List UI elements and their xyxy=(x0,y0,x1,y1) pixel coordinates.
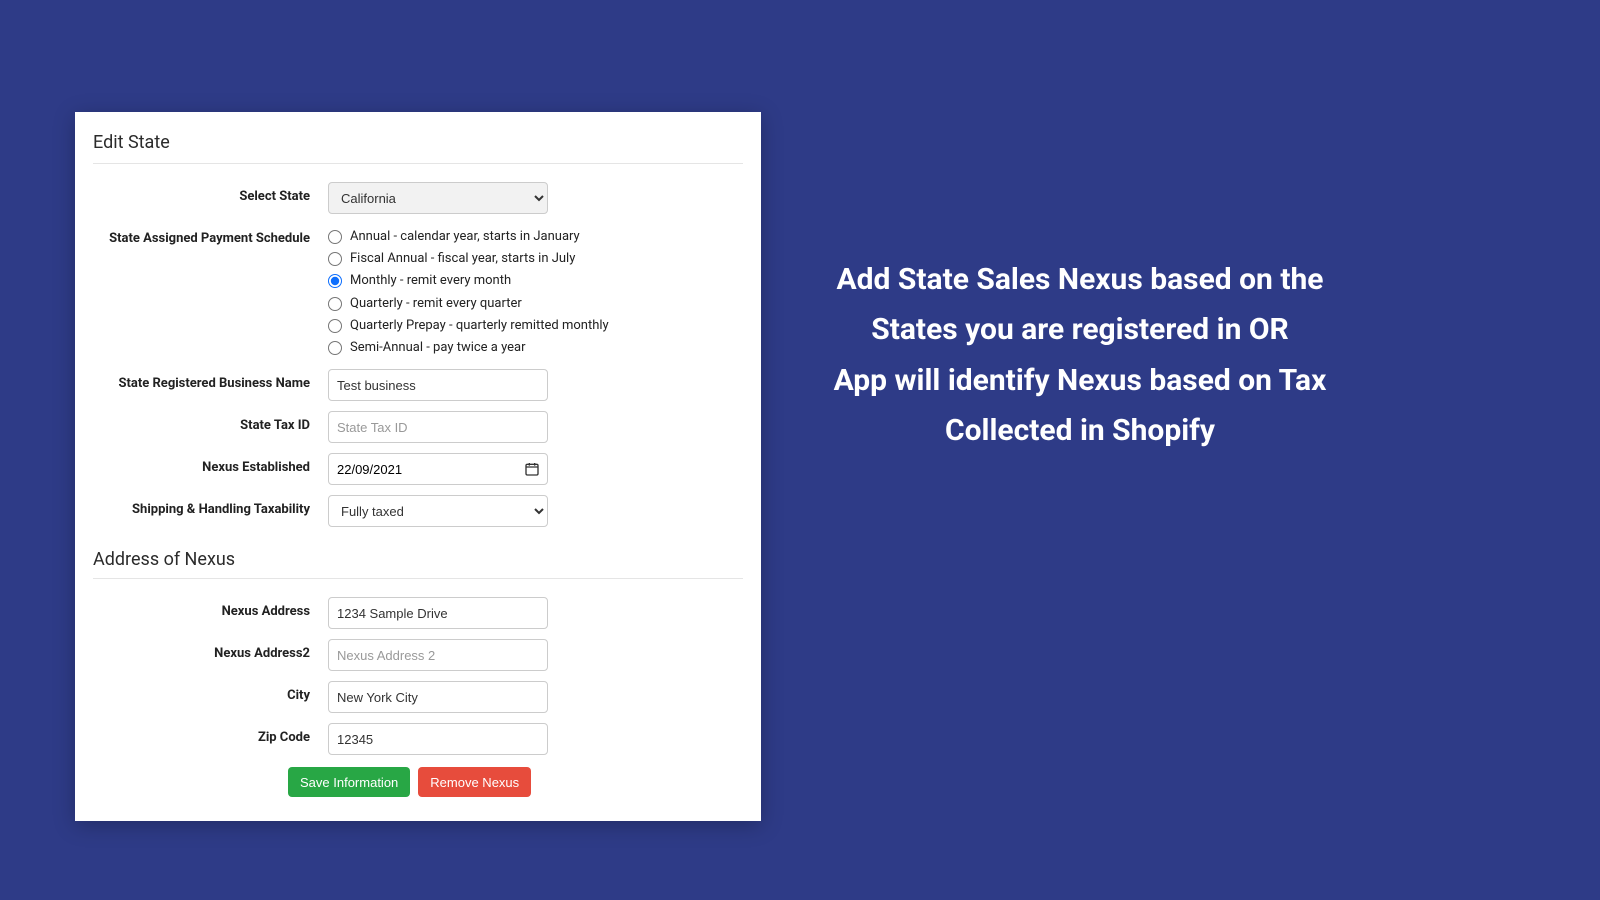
schedule-option-label: Monthly - remit every month xyxy=(350,272,511,290)
schedule-option-label: Semi-Annual - pay twice a year xyxy=(350,339,526,357)
save-information-button[interactable]: Save Information xyxy=(288,767,410,797)
schedule-option[interactable]: Semi-Annual - pay twice a year xyxy=(328,337,609,359)
label-schedule: State Assigned Payment Schedule xyxy=(93,224,328,246)
panel-title: Edit State xyxy=(93,126,743,164)
schedule-option-label: Fiscal Annual - fiscal year, starts in J… xyxy=(350,250,575,268)
schedule-option-label: Annual - calendar year, starts in Januar… xyxy=(350,228,580,246)
row-zip: Zip Code xyxy=(93,723,743,755)
marketing-line1: Add State Sales Nexus based on the State… xyxy=(800,255,1360,356)
edit-state-panel: Edit State Select State California State… xyxy=(75,112,761,821)
row-nexus-address: Nexus Address xyxy=(93,597,743,629)
label-zip: Zip Code xyxy=(93,723,328,745)
select-state-dropdown[interactable]: California xyxy=(328,182,548,214)
address-section-title: Address of Nexus xyxy=(93,537,743,579)
button-row: Save Information Remove Nexus xyxy=(288,767,743,797)
nexus-established-date-input[interactable] xyxy=(328,453,548,485)
label-nexus-established: Nexus Established xyxy=(93,453,328,475)
schedule-radio[interactable] xyxy=(328,252,342,266)
label-shipping-tax: Shipping & Handling Taxability xyxy=(93,495,328,517)
remove-nexus-button[interactable]: Remove Nexus xyxy=(418,767,531,797)
schedule-radio[interactable] xyxy=(328,319,342,333)
nexus-address-input[interactable] xyxy=(328,597,548,629)
business-name-input[interactable] xyxy=(328,369,548,401)
row-schedule: State Assigned Payment Schedule Annual -… xyxy=(93,224,743,359)
schedule-radio[interactable] xyxy=(328,297,342,311)
schedule-option[interactable]: Fiscal Annual - fiscal year, starts in J… xyxy=(328,248,609,270)
schedule-radio[interactable] xyxy=(328,274,342,288)
schedule-option[interactable]: Annual - calendar year, starts in Januar… xyxy=(328,226,609,248)
zip-input[interactable] xyxy=(328,723,548,755)
row-city: City xyxy=(93,681,743,713)
city-input[interactable] xyxy=(328,681,548,713)
row-nexus-address2: Nexus Address2 xyxy=(93,639,743,671)
row-select-state: Select State California xyxy=(93,182,743,214)
marketing-line2: App will identify Nexus based on Tax Col… xyxy=(800,356,1360,457)
row-nexus-established: Nexus Established xyxy=(93,453,743,485)
row-shipping-tax: Shipping & Handling Taxability Fully tax… xyxy=(93,495,743,527)
shipping-tax-dropdown[interactable]: Fully taxed xyxy=(328,495,548,527)
schedule-option[interactable]: Quarterly - remit every quarter xyxy=(328,293,609,315)
nexus-address2-input[interactable] xyxy=(328,639,548,671)
schedule-option-label: Quarterly - remit every quarter xyxy=(350,295,522,313)
tax-id-input[interactable] xyxy=(328,411,548,443)
schedule-option[interactable]: Monthly - remit every month xyxy=(328,270,609,292)
marketing-copy: Add State Sales Nexus based on the State… xyxy=(800,255,1360,457)
label-select-state: Select State xyxy=(93,182,328,204)
schedule-radio-group: Annual - calendar year, starts in Januar… xyxy=(328,224,609,359)
label-nexus-address2: Nexus Address2 xyxy=(93,639,328,661)
label-tax-id: State Tax ID xyxy=(93,411,328,433)
label-nexus-address: Nexus Address xyxy=(93,597,328,619)
label-business-name: State Registered Business Name xyxy=(93,369,328,391)
schedule-radio[interactable] xyxy=(328,341,342,355)
schedule-option-label: Quarterly Prepay - quarterly remitted mo… xyxy=(350,317,609,335)
row-tax-id: State Tax ID xyxy=(93,411,743,443)
schedule-radio[interactable] xyxy=(328,230,342,244)
schedule-option[interactable]: Quarterly Prepay - quarterly remitted mo… xyxy=(328,315,609,337)
label-city: City xyxy=(93,681,328,703)
row-business-name: State Registered Business Name xyxy=(93,369,743,401)
